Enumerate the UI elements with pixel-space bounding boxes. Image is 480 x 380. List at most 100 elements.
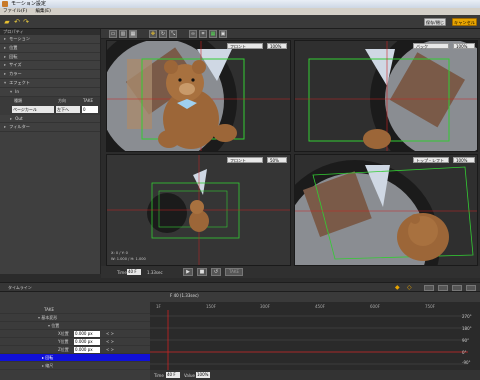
prop-size[interactable]: ▸ サイズ <box>0 61 100 71</box>
y-step-icon[interactable]: < > <box>106 338 114 346</box>
prop-filter[interactable]: ▸ フィルター <box>0 123 100 133</box>
x-step-icon[interactable]: < > <box>106 330 114 338</box>
tl-row-position[interactable]: ▾ 位置 <box>0 322 150 330</box>
y-position-field[interactable]: 0.000 px <box>74 339 100 345</box>
take-field[interactable]: 0 <box>82 105 98 113</box>
prop-color[interactable]: ▸ カラー <box>0 70 100 79</box>
move-icon[interactable]: ✥ <box>149 30 157 38</box>
tl-row-z[interactable]: Z位置 0.000 px < > <box>0 346 150 354</box>
tl-row-rotation[interactable]: ▸ 回転 <box>0 354 150 362</box>
tl-value-field[interactable]: 100% <box>196 372 210 378</box>
tl-row-base[interactable]: ▾ 基本変形 <box>0 314 150 322</box>
timeline-graph[interactable]: F 40 (1.33sec) 1F 150F 300F 450F 600F 75… <box>150 292 480 380</box>
tl-row-scale[interactable]: ▸ 縮尺 <box>0 362 150 370</box>
undo-icon[interactable]: ↶ <box>13 18 21 26</box>
tl-time-field[interactable]: 40 F <box>166 372 180 378</box>
tl-row-y-label: Y位置 <box>58 339 69 344</box>
menu-bar: ファイル(F) 編集(E) <box>0 8 480 15</box>
view3-zoom-select[interactable]: 50% <box>267 157 287 163</box>
timeline-take-label: TAKE <box>0 306 150 314</box>
window-title: モーション設定 <box>11 1 46 7</box>
playback-bar: Time 40 F 1.33sec ▶ ■ ↺ TAKE <box>101 266 480 278</box>
timeline-ruler <box>150 292 480 302</box>
tl-row-x-label: X位置 <box>58 331 69 336</box>
folder-icon[interactable]: ▰ <box>3 18 11 26</box>
rtick-1: 180° <box>462 326 472 331</box>
prop-effect-out[interactable]: ▸ Out <box>0 115 100 124</box>
type-select[interactable]: ページカール <box>12 105 54 113</box>
tl-row-base-label: 基本変形 <box>41 315 58 320</box>
prop-effect-label: エフェクト <box>9 79 31 85</box>
take-button[interactable]: TAKE <box>225 268 243 276</box>
col-direction: 方向 <box>58 97 66 103</box>
direction-select[interactable]: 左下へ <box>56 105 80 113</box>
tl-row-y[interactable]: Y位置 0.000 px < > <box>0 338 150 346</box>
key-remove-icon[interactable]: ◇ <box>407 285 415 291</box>
tl-row-z-label: Z位置 <box>58 347 69 352</box>
view2-zoom-select[interactable]: 100% <box>453 43 475 49</box>
prop-in-label: In <box>15 88 19 94</box>
viewport-front-50[interactable]: フロント 50% X: 0 / Y: 0 W: 1.000 / H: 1.000 <box>106 154 291 266</box>
rtick-4: -90° <box>462 360 471 365</box>
prop-position[interactable]: ▸ 位置 <box>0 44 100 53</box>
tl-row-position-label: 位置 <box>51 323 60 328</box>
prop-effect-in[interactable]: ▾ In <box>0 88 100 97</box>
viewport-top-left[interactable]: トップ・レフト 100% <box>294 154 478 266</box>
tick-3: 450F <box>315 304 325 309</box>
view4-camera-select[interactable]: トップ・レフト <box>413 157 449 163</box>
z-step-icon[interactable]: < > <box>106 346 114 354</box>
curve-mode-icon[interactable] <box>438 285 448 291</box>
play-icon[interactable]: ▶ <box>183 268 193 276</box>
layout-quad-icon[interactable]: ▦ <box>129 30 137 38</box>
menu-file[interactable]: ファイル(F) <box>3 8 27 15</box>
prop-motion[interactable]: ▸ モーション <box>0 35 100 44</box>
layout-dual-icon[interactable]: ▥ <box>119 30 127 38</box>
expand-icon[interactable] <box>466 285 476 291</box>
viewport-back-canvas <box>295 41 477 151</box>
prop-motion-label: モーション <box>9 36 30 41</box>
view1-camera-select[interactable]: フロント <box>227 43 263 49</box>
cancel-button[interactable]: キャンセル <box>452 18 477 26</box>
view-toolbar: ▭ ▥ ▦ ✥ ↻ ⤡ ∞ ⌗ ▦ ▣ <box>101 29 480 39</box>
z-position-field[interactable]: 0.000 px <box>74 347 100 353</box>
grid-icon[interactable]: ▦ <box>209 30 217 38</box>
guide-icon[interactable]: ▣ <box>219 30 227 38</box>
rotate-icon[interactable]: ↻ <box>159 30 167 38</box>
key-mode-icon[interactable] <box>424 285 434 291</box>
stop-icon[interactable]: ■ <box>197 268 207 276</box>
curve-area <box>150 310 468 370</box>
viewport-back[interactable]: バック 100% <box>294 40 478 152</box>
tl-row-scale-label: 縮尺 <box>45 363 54 368</box>
view3-camera-select[interactable]: フロント <box>227 157 263 163</box>
layout-single-icon[interactable]: ▭ <box>109 30 117 38</box>
prop-filter-label: フィルター <box>9 124 30 130</box>
view3-info-line2: W: 1.000 / H: 1.000 <box>111 257 146 261</box>
viewport-front[interactable]: フロント 100% <box>106 40 291 152</box>
menu-edit[interactable]: 編集(E) <box>36 8 51 15</box>
timeline-footer: Time 40 F Value 100% <box>150 370 480 380</box>
viewport-front-canvas <box>107 41 290 151</box>
play-time-label: Time <box>117 270 127 275</box>
loop-icon[interactable]: ↺ <box>211 268 221 276</box>
x-position-field[interactable]: 0.000 px <box>74 331 100 337</box>
app-icon <box>2 1 8 7</box>
link-icon[interactable]: ∞ <box>189 30 197 38</box>
redo-icon[interactable]: ↷ <box>22 18 30 26</box>
zoom-fit-icon[interactable] <box>452 285 462 291</box>
prop-effect[interactable]: ▾ エフェクト <box>0 79 100 88</box>
prop-rotation[interactable]: ▸ 回転 <box>0 53 100 62</box>
timeline-header: タイムライン ◆ ◇ <box>0 282 480 292</box>
play-time-field[interactable]: 40 F <box>127 269 141 275</box>
save-close-button[interactable]: 保存/閉じる <box>424 18 446 33</box>
rtick-2: 90° <box>462 338 470 343</box>
crop-icon[interactable]: ⌗ <box>199 30 207 38</box>
effect-in-table: 種類 方向 TAKE ページカール 左下へ 0 <box>0 96 100 115</box>
scale-icon[interactable]: ⤡ <box>169 30 177 38</box>
title-bar: モーション設定 <box>0 0 480 8</box>
view2-camera-select[interactable]: バック <box>413 43 449 49</box>
tl-row-x[interactable]: X位置 0.000 px < > <box>0 330 150 338</box>
properties-panel: プロパティ ▸ モーション ▸ 位置 ▸ 回転 ▸ サイズ ▸ カラー ▾ エフェクト ▾ I… <box>0 29 101 274</box>
view4-zoom-select[interactable]: 100% <box>453 157 475 163</box>
view1-zoom-select[interactable]: 100% <box>267 43 287 49</box>
key-add-icon[interactable]: ◆ <box>395 285 403 291</box>
